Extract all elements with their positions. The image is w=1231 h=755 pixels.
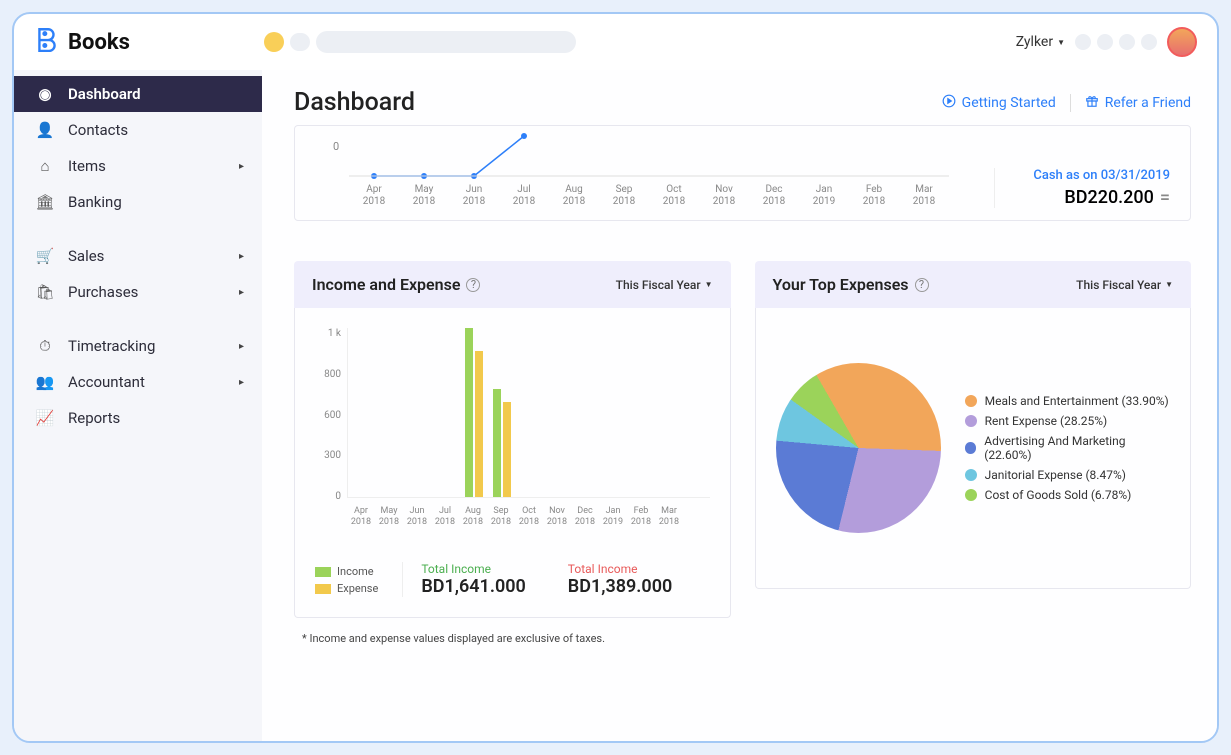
chevron-down-icon: ▼ [1057, 38, 1065, 47]
app-name: Books [68, 30, 130, 55]
sidebar-item-accountant[interactable]: 👥Accountant▸ [14, 364, 262, 400]
sidebar-item-banking[interactable]: 🏛Banking [14, 184, 262, 220]
chevron-down-icon: ▼ [705, 280, 713, 289]
cash-summary: Cash as on 03/31/2019 BD220.200 = [994, 168, 1170, 208]
equals-icon: = [1160, 187, 1170, 208]
cash-flow-chart: 0 Apr2018May2018Jun2018Jul2018Aug2018Sep… [315, 132, 994, 208]
sidebar-item-dashboard[interactable]: ◉Dashboard [14, 76, 262, 112]
sidebar-item-sales[interactable]: 🛒Sales▸ [14, 238, 262, 274]
sidebar-item-timetracking[interactable]: ⏱Timetracking▸ [14, 328, 262, 364]
legend: Income Expense [315, 565, 378, 595]
legend-item: Cost of Goods Sold (6.78%) [965, 488, 1170, 502]
top-expenses-card: Your Top Expenses ? This Fiscal Year ▼ M… [755, 261, 1192, 618]
sidebar-item-reports[interactable]: 📈Reports [14, 400, 262, 436]
org-switcher[interactable]: Zylker ▼ [1016, 34, 1065, 50]
books-icon [34, 26, 60, 58]
card-title: Your Top Expenses [773, 275, 909, 294]
timetracking-icon: ⏱ [34, 337, 56, 355]
footnote: * Income and expense values displayed ar… [302, 632, 1191, 645]
reports-icon: 📈 [34, 409, 56, 427]
app-frame: Books Zylker ▼ ◉Dashboard👤Contacts⌂Items… [12, 12, 1219, 743]
sales-icon: 🛒 [34, 247, 56, 265]
chevron-right-icon: ▸ [239, 161, 244, 172]
sidebar-item-purchases[interactable]: 🛍Purchases▸· [14, 274, 262, 310]
legend-item: Janitorial Expense (8.47%) [965, 468, 1170, 482]
pie-legend: Meals and Entertainment (33.90%) Rent Exp… [965, 388, 1170, 508]
top-action-3[interactable] [1119, 34, 1135, 50]
chevron-right-icon: ▸ [239, 251, 244, 262]
accountant-icon: 👥 [34, 373, 56, 391]
card-title: Income and Expense [312, 275, 460, 294]
income-expense-chart: 1 k8006003000 Apr2018May2018Jun2018Jul20… [315, 328, 710, 528]
items-icon: ⌂ [34, 157, 56, 175]
total-income: Total Income BD1,641.000 [402, 562, 525, 597]
top-placeholder [264, 31, 576, 53]
top-action-1[interactable] [1075, 34, 1091, 50]
chevron-down-icon: ▼ [1165, 280, 1173, 289]
top-icons [1075, 34, 1157, 50]
avatar[interactable] [1167, 27, 1197, 57]
cash-amount: BD220.200 [1064, 187, 1154, 208]
period-dropdown[interactable]: This Fiscal Year ▼ [1076, 278, 1173, 292]
sidebar-item-contacts[interactable]: 👤Contacts [14, 112, 262, 148]
sidebar: ◉Dashboard👤Contacts⌂Items▸🏛Banking 🛒Sales… [14, 70, 262, 741]
contacts-icon: 👤 [34, 121, 56, 139]
legend-item: Rent Expense (28.25%) [965, 414, 1170, 428]
top-action-4[interactable] [1141, 34, 1157, 50]
cash-flow-card: 0 Apr2018May2018Jun2018Jul2018Aug2018Sep… [294, 125, 1191, 221]
dashboard-icon: ◉ [34, 85, 56, 103]
expenses-pie-chart [776, 363, 941, 533]
main-content: Dashboard Getting Started Refer a Friend… [262, 70, 1217, 741]
help-icon[interactable]: ? [466, 278, 480, 292]
purchases-icon: 🛍 [34, 283, 56, 301]
chevron-right-icon: ▸ [239, 341, 244, 352]
page-title: Dashboard [294, 88, 942, 117]
topbar: Books Zylker ▼ [14, 14, 1217, 70]
cash-as-of: Cash as on 03/31/2019 [1013, 168, 1170, 183]
sidebar-item-items[interactable]: ⌂Items▸ [14, 148, 262, 184]
period-dropdown[interactable]: This Fiscal Year ▼ [616, 278, 713, 292]
refer-friend-link[interactable]: Refer a Friend [1085, 94, 1191, 112]
org-name: Zylker [1016, 34, 1053, 50]
banking-icon: 🏛 [34, 193, 56, 211]
chevron-right-icon: ▸ [239, 377, 244, 388]
legend-item: Advertising And Marketing (22.60%) [965, 434, 1170, 462]
y-tick: 0 [333, 140, 339, 153]
play-icon [942, 94, 956, 112]
app-logo[interactable]: Books [34, 26, 264, 58]
legend-item: Meals and Entertainment (33.90%) [965, 394, 1170, 408]
total-expense: Total Income BD1,389.000 [550, 562, 672, 597]
gift-icon [1085, 94, 1099, 112]
income-expense-card: Income and Expense ? This Fiscal Year ▼ … [294, 261, 731, 618]
getting-started-link[interactable]: Getting Started [942, 94, 1056, 112]
help-icon[interactable]: ? [915, 278, 929, 292]
top-action-2[interactable] [1097, 34, 1113, 50]
